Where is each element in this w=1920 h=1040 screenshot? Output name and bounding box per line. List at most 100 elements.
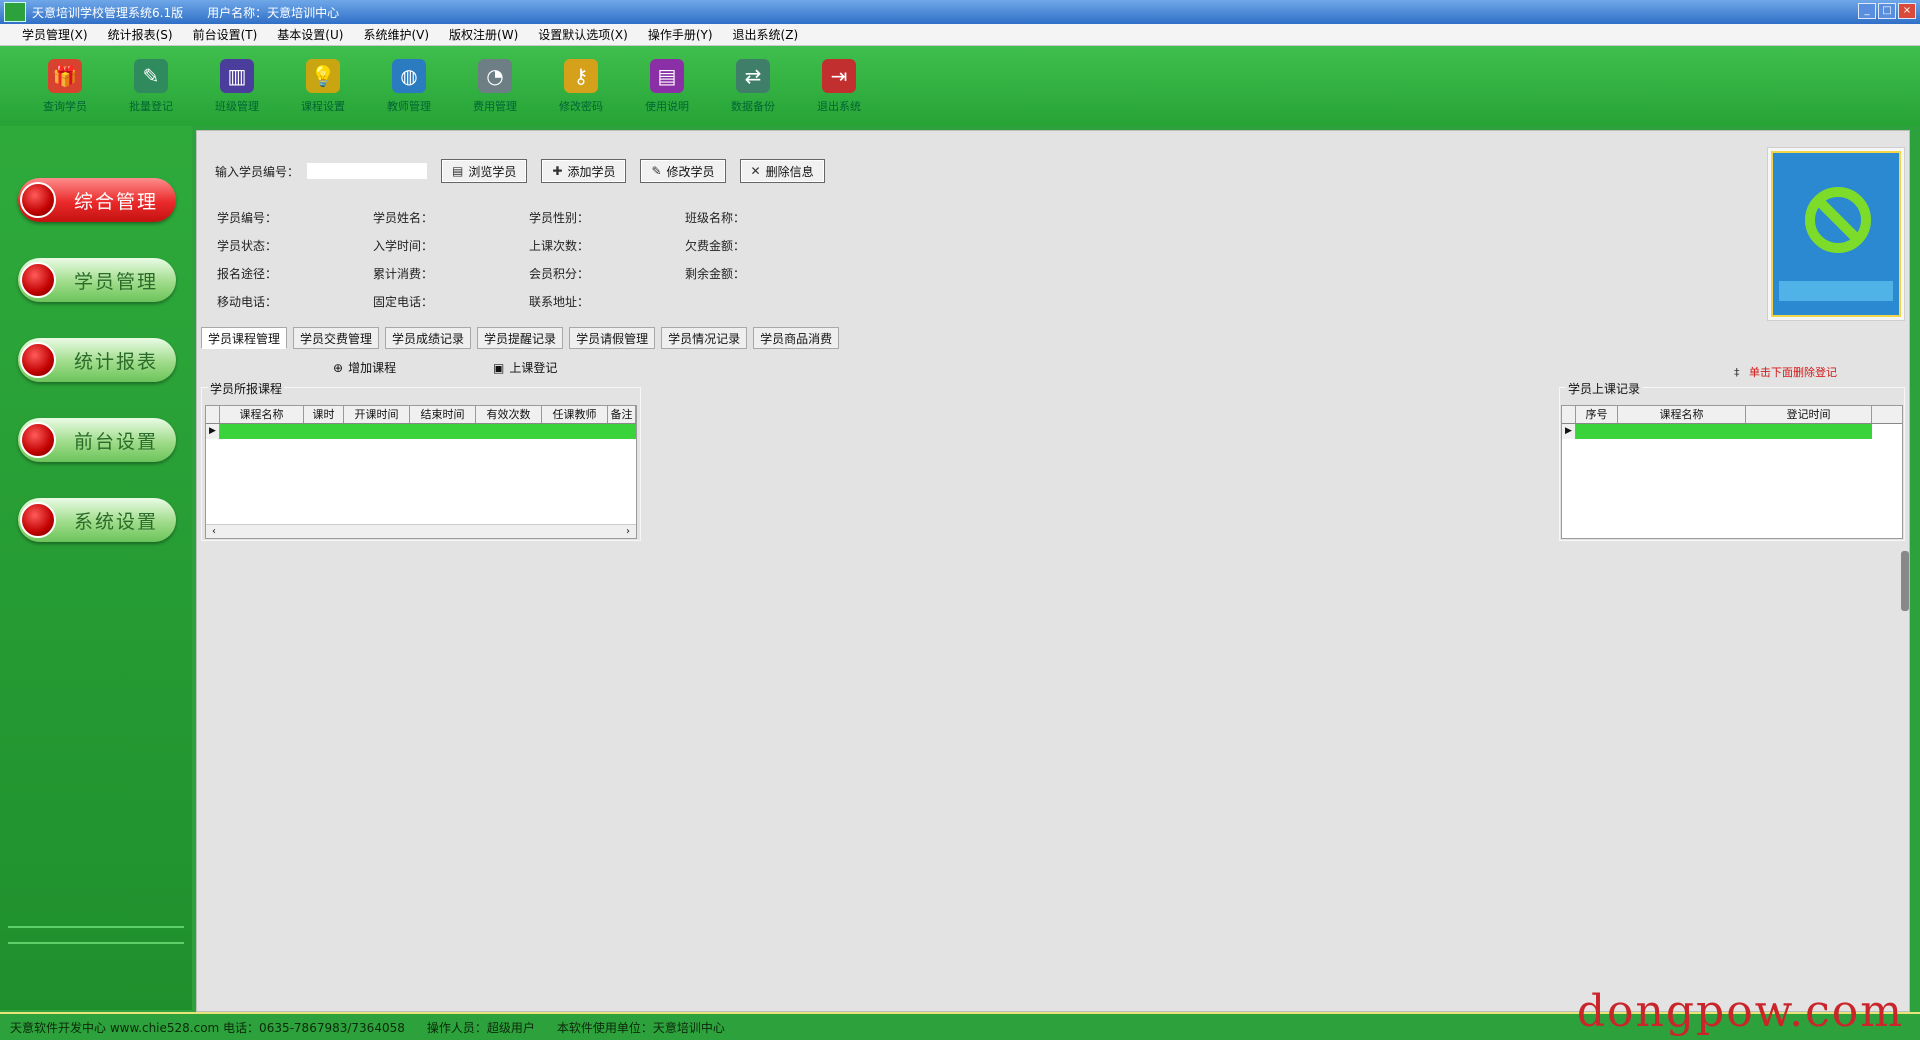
handshake-icon: ⇄: [736, 58, 770, 93]
menu-item-maintenance[interactable]: 系统维护(V): [353, 26, 439, 43]
red-dot-icon: [20, 342, 56, 378]
student-id-input[interactable]: [307, 163, 428, 179]
browse-student-label: 浏览学员: [468, 164, 517, 179]
field-student-name: 学员姓名：: [373, 211, 434, 225]
col-serial[interactable]: 序号: [1576, 406, 1618, 423]
col-course-name[interactable]: 课程名称: [220, 406, 304, 423]
toolbar-button-3[interactable]: ▥ 班级管理: [194, 46, 280, 126]
toolbar-label: 班级管理: [215, 99, 259, 113]
toolbar-label: 课程设置: [301, 99, 345, 113]
delete-info-label: 删除信息: [765, 164, 814, 179]
browse-student-button[interactable]: ▤ 浏览学员: [441, 159, 528, 183]
sidebar-item-students[interactable]: 学员管理: [18, 258, 176, 302]
delete-record-hint: ‡ 单击下面删除登记: [1734, 364, 1837, 380]
delete-info-button[interactable]: ✕ 删除信息: [739, 159, 825, 183]
toolbar-label: 费用管理: [473, 99, 517, 113]
field-balance: 剩余金额：: [685, 267, 746, 281]
add-course-label: 增加课程: [348, 361, 397, 375]
tab-leave-management[interactable]: 学员请假管理: [569, 327, 656, 349]
tab-reminder-records[interactable]: 学员提醒记录: [477, 327, 564, 349]
red-dot-icon: [20, 502, 56, 538]
toolbar-button-9[interactable]: ⇄ 数据备份: [710, 46, 796, 126]
sidebar-item-label: 综合管理: [73, 190, 158, 213]
menu-item-exit[interactable]: 退出系统(Z): [723, 26, 809, 43]
menu-item-manual[interactable]: 操作手册(Y): [638, 26, 723, 43]
field-address: 联系地址：: [529, 295, 590, 309]
edit-student-label: 修改学员: [666, 164, 715, 179]
toolbar: 🎁 查询学员 ✎ 批量登记 ▥ 班级管理 💡 课程设置 ◍ 教师管理 ◔ 费用管理 ⚷ 修改密码 ▤ 使用说明…: [0, 46, 1920, 126]
toolbar-button-1[interactable]: 🎁 查询学员: [22, 46, 108, 126]
selected-row-cells[interactable]: [220, 424, 636, 439]
col-valid-count[interactable]: 有效次数: [476, 406, 542, 423]
tab-grade-records[interactable]: 学员成绩记录: [385, 327, 472, 349]
col-end-time[interactable]: 结束时间: [410, 406, 476, 423]
status-developer: 天意软件开发中心 www.chie528.com 电话：0635-7867983…: [10, 1020, 405, 1035]
toolbar-button-6[interactable]: ◔ 费用管理: [452, 46, 538, 126]
toolbar-button-8[interactable]: ▤ 使用说明: [624, 46, 710, 126]
books-icon: ▤: [650, 58, 684, 93]
col-teacher[interactable]: 任课教师: [542, 406, 608, 423]
course-grid-header: 课程名称 课时 开课时间 结束时间 有效次数 任课教师 备注: [206, 406, 636, 424]
toolbar-button-5[interactable]: ◍ 教师管理: [366, 46, 452, 126]
field-mobile: 移动电话：: [217, 295, 278, 309]
course-grid-hscroll[interactable]: ‹ ›: [206, 524, 636, 538]
row-pointer-icon: ▶: [206, 424, 220, 439]
field-enroll-channel: 报名途径：: [217, 267, 278, 281]
selected-row-cells[interactable]: [1576, 424, 1872, 439]
menu-item-student[interactable]: 学员管理(X): [12, 26, 98, 43]
status-licensee: 本软件使用单位：天意培训中心: [556, 1020, 725, 1035]
main-scrollbar-thumb[interactable]: [1901, 551, 1909, 611]
sidebar-item-system-settings[interactable]: 系统设置: [18, 498, 176, 542]
tab-product-consumption[interactable]: 学员商品消费: [753, 327, 840, 349]
toolbar-button-2[interactable]: ✎ 批量登记: [108, 46, 194, 126]
col-start-time[interactable]: 开课时间: [344, 406, 410, 423]
class-checkin-label: 上课登记: [509, 361, 558, 375]
tab-fee-management[interactable]: 学员交费管理: [293, 327, 380, 349]
col-hours[interactable]: 课时: [304, 406, 344, 423]
student-photo: [1767, 147, 1905, 321]
add-course-icon: ⊕: [333, 360, 344, 375]
course-grid[interactable]: 课程名称 课时 开课时间 结束时间 有效次数 任课教师 备注 ▶ ‹ ›: [205, 405, 637, 539]
minimize-button[interactable]: _: [1858, 3, 1876, 19]
col-remarks[interactable]: 备注: [608, 406, 636, 423]
table-row[interactable]: ▶: [1562, 424, 1872, 439]
row-pointer-icon: ▶: [1562, 424, 1576, 439]
menu-item-registration[interactable]: 版权注册(W): [439, 26, 528, 43]
col-course-name[interactable]: 课程名称: [1618, 406, 1746, 423]
watermark-logo: dongpow.com: [1576, 986, 1904, 1037]
tab-bar: 学员课程管理 学员交费管理 学员成绩记录 学员提醒记录 学员请假管理 学员情况记…: [201, 327, 840, 349]
close-button[interactable]: ×: [1898, 3, 1916, 19]
title-bar: 天意培训学校管理系统6.1版 用户名称：天意培训中心 _ □ ×: [0, 0, 1920, 24]
table-row[interactable]: ▶: [206, 424, 636, 439]
record-group-title: 学员上课记录: [1566, 380, 1643, 397]
field-member-points: 会员积分：: [529, 267, 590, 281]
edit-student-button[interactable]: ✎ 修改学员: [640, 159, 726, 183]
menu-item-basic-settings[interactable]: 基本设置(U): [267, 26, 353, 43]
tab-course-management[interactable]: 学员课程管理: [201, 327, 288, 349]
menu-item-front-settings[interactable]: 前台设置(T): [183, 26, 268, 43]
delete-x-icon: ✕: [750, 164, 761, 178]
sidebar-item-general[interactable]: 综合管理: [18, 178, 176, 222]
scroll-left-icon[interactable]: ‹: [212, 525, 216, 538]
toolbar-label: 查询学员: [43, 99, 87, 113]
add-course-button[interactable]: ⊕ 增加课程: [333, 359, 396, 376]
window-title: 天意培训学校管理系统6.1版: [32, 5, 184, 20]
menu-item-defaults[interactable]: 设置默认选项(X): [528, 26, 638, 43]
add-student-label: 添加学员: [567, 164, 616, 179]
menu-bar: 学员管理(X) 统计报表(S) 前台设置(T) 基本设置(U) 系统维护(V) …: [0, 24, 1920, 46]
col-checkin-time[interactable]: 登记时间: [1746, 406, 1872, 423]
menu-item-reports[interactable]: 统计报表(S): [98, 26, 183, 43]
sidebar-item-label: 统计报表: [73, 350, 158, 373]
tab-status-records[interactable]: 学员情况记录: [661, 327, 748, 349]
class-checkin-button[interactable]: ▣ 上课登记: [493, 359, 557, 376]
scroll-right-icon[interactable]: ›: [626, 525, 630, 538]
toolbar-button-7[interactable]: ⚷ 修改密码: [538, 46, 624, 126]
app-icon: [4, 2, 26, 22]
toolbar-button-4[interactable]: 💡 课程设置: [280, 46, 366, 126]
record-grid[interactable]: 序号 课程名称 登记时间 ▶: [1561, 405, 1903, 539]
toolbar-button-10[interactable]: ⇥ 退出系统: [796, 46, 882, 126]
maximize-button[interactable]: □: [1878, 3, 1896, 19]
sidebar-item-front-settings[interactable]: 前台设置: [18, 418, 176, 462]
sidebar-item-reports[interactable]: 统计报表: [18, 338, 176, 382]
add-student-button[interactable]: ✚ 添加学员: [541, 159, 627, 183]
